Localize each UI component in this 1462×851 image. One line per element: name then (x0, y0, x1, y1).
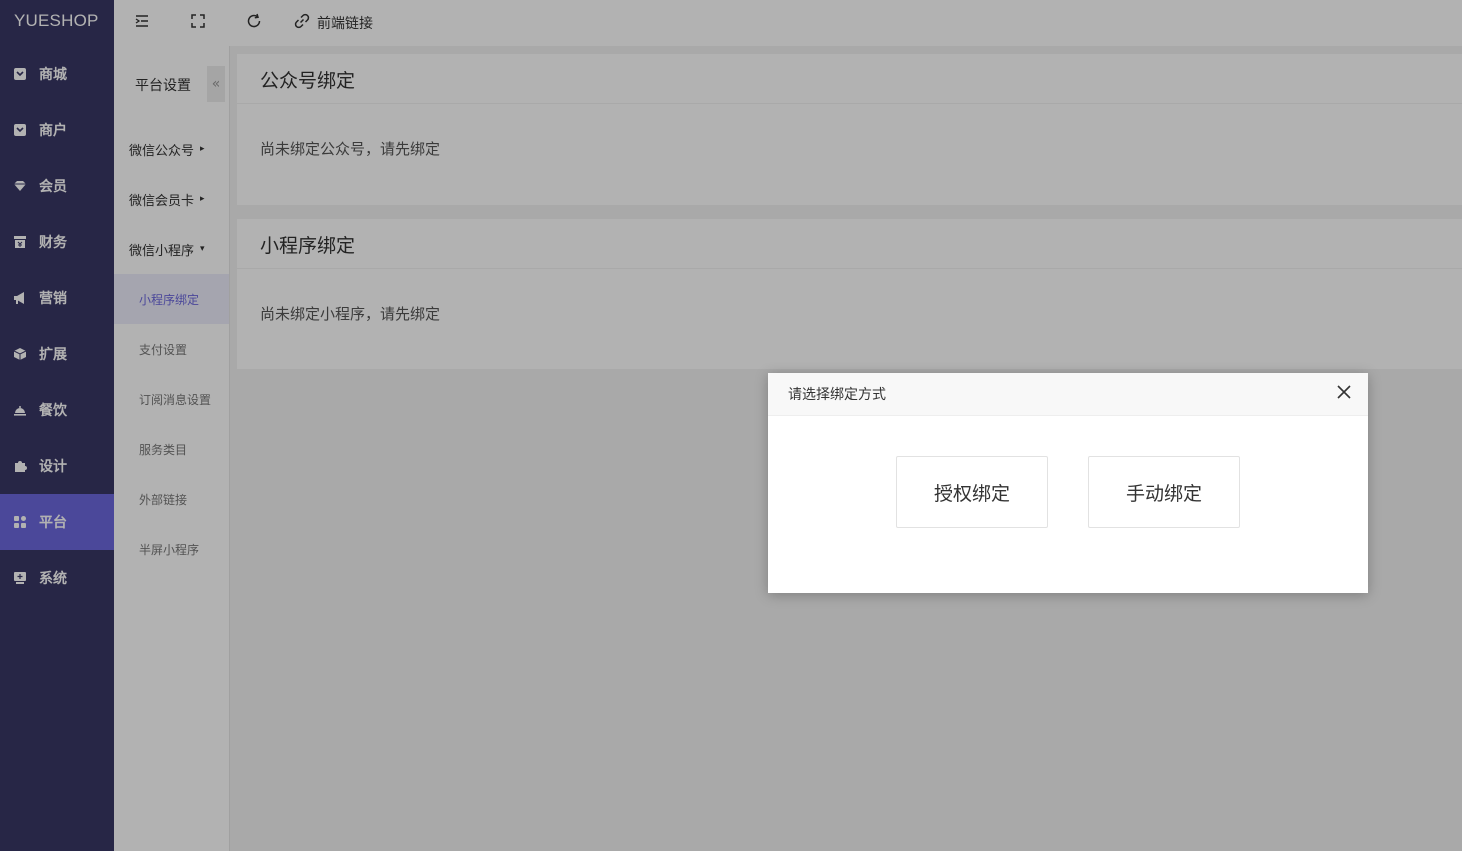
close-button[interactable] (1334, 384, 1354, 404)
dialog-title: 请选择绑定方式 (788, 387, 886, 403)
dialog-header: 请选择绑定方式 (768, 373, 1368, 416)
manual-bind-button[interactable]: 手动绑定 (1088, 456, 1240, 528)
auth-bind-button[interactable]: 授权绑定 (896, 456, 1048, 528)
bind-method-dialog: 请选择绑定方式 授权绑定 手动绑定 (768, 373, 1368, 593)
close-icon (1337, 385, 1351, 403)
dialog-body: 授权绑定 手动绑定 (768, 416, 1368, 528)
